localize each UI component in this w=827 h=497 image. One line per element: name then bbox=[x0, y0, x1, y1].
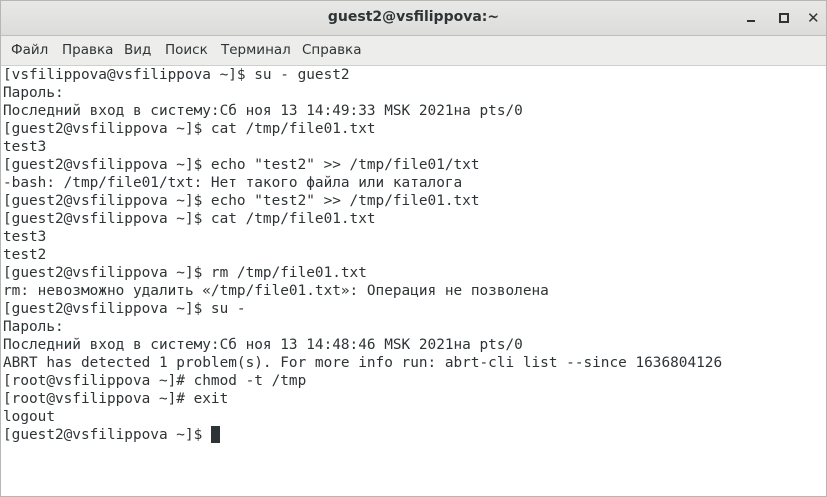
menu-terminal[interactable]: Терминал bbox=[221, 42, 291, 58]
minimize-icon bbox=[747, 20, 755, 22]
terminal-line: [root@vsfilippova ~]# chmod -t /tmp bbox=[3, 373, 307, 389]
terminal-line: Пароль: bbox=[3, 85, 64, 101]
menu-edit[interactable]: Правка bbox=[62, 42, 113, 58]
terminal-line: logout bbox=[3, 409, 55, 425]
window-title: guest2@vsfilippova:~ bbox=[327, 9, 500, 25]
terminal-line: [root@vsfilippova ~]# exit bbox=[3, 391, 229, 407]
title-bar[interactable]: guest2@vsfilippova:~ ✕ bbox=[1, 1, 826, 36]
menu-file[interactable]: Файл bbox=[11, 42, 48, 58]
terminal-line: test3 bbox=[3, 229, 47, 245]
maximize-icon bbox=[779, 13, 789, 23]
terminal-line: test2 bbox=[3, 247, 47, 263]
terminal-line: rm: невозможно удалить «/tmp/file01.txt»… bbox=[3, 283, 549, 299]
terminal-line: [guest2@vsfilippova ~]$ echo "test2" >> … bbox=[3, 193, 480, 209]
maximize-button[interactable] bbox=[774, 8, 794, 28]
terminal-line: [guest2@vsfilippova ~]$ cat /tmp/file01.… bbox=[3, 121, 376, 137]
terminal-line: [guest2@vsfilippova ~]$ cat /tmp/file01.… bbox=[3, 211, 376, 227]
terminal-prompt: [guest2@vsfilippova ~]$ bbox=[3, 427, 211, 443]
terminal-line: Пароль: bbox=[3, 319, 64, 335]
menu-bar: Файл Правка Вид Поиск Терминал Справка bbox=[1, 36, 826, 66]
terminal-scrollbar[interactable] bbox=[820, 66, 826, 496]
menu-view[interactable]: Вид bbox=[124, 42, 151, 58]
minimize-button[interactable] bbox=[741, 8, 761, 28]
terminal-line: [guest2@vsfilippova ~]$ rm /tmp/file01.t… bbox=[3, 265, 367, 281]
menu-search[interactable]: Поиск bbox=[165, 42, 208, 58]
terminal-window: guest2@vsfilippova:~ ✕ Файл Правка Вид П… bbox=[0, 0, 827, 497]
terminal-prompt-line[interactable]: [guest2@vsfilippova ~]$ bbox=[3, 426, 822, 444]
terminal-cursor bbox=[210, 426, 220, 443]
menu-help[interactable]: Справка bbox=[302, 42, 361, 58]
terminal-line: -bash: /tmp/file01/txt: Нет такого файла… bbox=[3, 175, 463, 191]
terminal-line: [guest2@vsfilippova ~]$ su - bbox=[3, 301, 246, 317]
terminal-line: [guest2@vsfilippova ~]$ echo "test2" >> … bbox=[3, 157, 480, 173]
terminal-line: Последний вход в систему:Сб ноя 13 14:49… bbox=[3, 103, 523, 119]
terminal-line: Последний вход в систему:Сб ноя 13 14:48… bbox=[3, 337, 523, 353]
terminal-output[interactable]: [vsfilippova@vsfilippova ~]$ su - guest2… bbox=[1, 66, 822, 496]
terminal-line: [vsfilippova@vsfilippova ~]$ su - guest2 bbox=[3, 67, 350, 83]
terminal-line: ABRT has detected 1 problem(s). For more… bbox=[3, 355, 723, 371]
close-icon: ✕ bbox=[807, 9, 820, 27]
close-button[interactable]: ✕ bbox=[804, 8, 824, 28]
terminal-line: test3 bbox=[3, 139, 47, 155]
